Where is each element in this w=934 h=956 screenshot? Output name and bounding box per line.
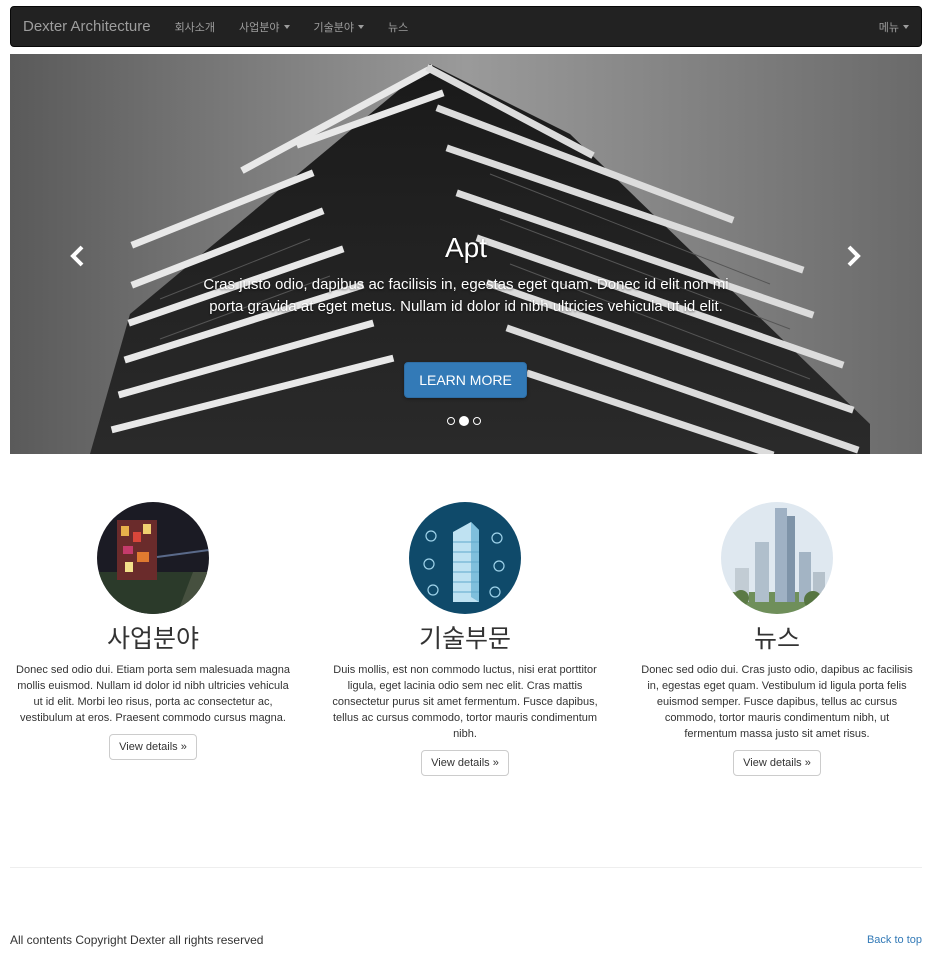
carousel-caption: Apt Cras justo odio, dapibus ac facilisi… (190, 232, 742, 318)
feature-heading: 뉴스 (753, 625, 800, 653)
footer-divider (10, 867, 922, 868)
chevron-left-icon (70, 245, 84, 267)
carousel-indicators (447, 416, 481, 426)
view-details-button[interactable]: View details » (733, 750, 821, 776)
feature-text: Duis mollis, est non commodo luctus, nis… (332, 664, 598, 740)
slide-title: Apt (444, 232, 488, 263)
carousel-indicator-2[interactable] (459, 416, 469, 426)
hero-carousel: Apt Cras justo odio, dapibus ac facilisi… (10, 54, 922, 454)
caret-down-icon (903, 24, 909, 29)
carousel-indicator-3[interactable] (473, 417, 481, 425)
slide-text: Cras justo odio, dapibus ac facilisis in… (203, 276, 729, 315)
top-navbar: Dexter Architecture 회사소개 사업분야 기술분야 뉴스 메뉴 (10, 6, 922, 47)
carousel-prev-button[interactable] (62, 244, 92, 268)
nav-item-technology[interactable]: 기술분야 (302, 7, 376, 46)
nav-item-label: 메뉴 (878, 21, 899, 34)
feature-text: Donec sed odio dui. Cras justo odio, dap… (641, 664, 913, 740)
nav-menu-dropdown[interactable]: 메뉴 (867, 7, 921, 46)
business-thumbnail-image (97, 502, 209, 614)
carousel-next-button[interactable] (839, 244, 869, 268)
nav-item-about[interactable]: 회사소개 (163, 7, 227, 46)
learn-more-button[interactable]: LEARN MORE (404, 362, 527, 398)
feature-text: Donec sed odio dui. Etiam porta sem male… (16, 664, 290, 724)
feature-heading: 사업분야 (106, 625, 199, 653)
nav-item-label: 기술분야 (313, 21, 355, 34)
nav-item-business[interactable]: 사업분야 (227, 7, 301, 46)
back-to-top-link[interactable]: Back to top (867, 934, 922, 946)
feature-column-news: 뉴스 Donec sed odio dui. Cras justo odio, … (639, 502, 915, 776)
caret-down-icon (358, 24, 365, 29)
news-thumbnail-image (721, 502, 833, 614)
technology-thumbnail-image (409, 502, 521, 614)
chevron-right-icon (847, 245, 861, 267)
nav-menu: 회사소개 사업분야 기술분야 뉴스 (163, 7, 421, 46)
nav-item-label: 뉴스 (388, 21, 409, 34)
footer-copyright: All contents Copyright Dexter all rights… (10, 933, 264, 947)
carousel-indicator-1[interactable] (447, 417, 455, 425)
brand-link[interactable]: Dexter Architecture (11, 18, 163, 35)
caret-down-icon (283, 24, 290, 29)
view-details-button[interactable]: View details » (109, 734, 197, 760)
feature-column-technology: 기술부문 Duis mollis, est non commodo luctus… (327, 502, 603, 776)
feature-heading: 기술부문 (418, 625, 511, 653)
nav-item-label: 사업분야 (239, 21, 280, 34)
view-details-button[interactable]: View details » (421, 750, 509, 776)
nav-item-label: 회사소개 (174, 21, 216, 34)
nav-item-news[interactable]: 뉴스 (376, 7, 420, 46)
feature-column-business: 사업분야 Donec sed odio dui. Etiam porta sem… (15, 502, 291, 760)
